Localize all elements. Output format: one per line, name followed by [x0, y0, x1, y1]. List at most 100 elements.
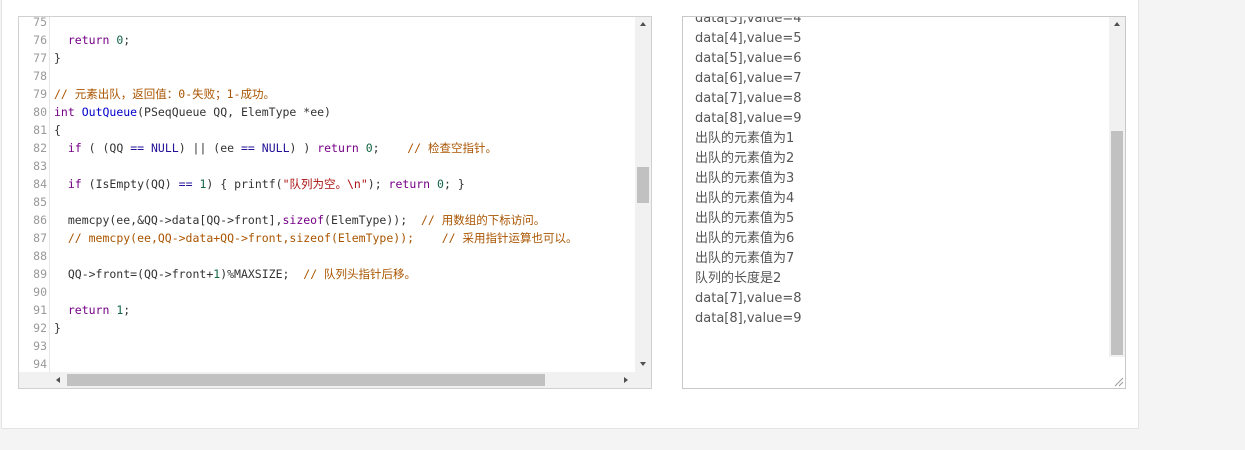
scroll-up-arrow-icon[interactable] [640, 22, 646, 26]
gutter-divider [49, 139, 50, 157]
output-line: data[4],value=5 [695, 31, 802, 46]
line-number: 87 [33, 231, 47, 245]
output-line: 出队的元素值为2 [695, 151, 795, 166]
code-token: ; [123, 303, 131, 317]
code-token: 0 [365, 141, 373, 155]
gutter-divider [49, 157, 50, 175]
code-token: } [54, 321, 61, 335]
gutter-divider [49, 337, 50, 355]
line-number: 92 [33, 321, 47, 335]
code-line: 77} [19, 49, 635, 67]
output-line: 出队的元素值为4 [695, 191, 795, 206]
code-line: 91 return 1; [19, 301, 635, 319]
code-token: == [178, 177, 193, 191]
code-token: memcpy(ee,&QQ->data[QQ->front], [54, 213, 283, 227]
code-token: ) { printf( [206, 177, 283, 191]
code-lines: 75 76 return 0; 77} 78 79// 元素出队，返回值：0-失败；1-… [19, 17, 635, 373]
code-token: "队列为空。\n" [282, 177, 368, 191]
code-line: 83 [19, 157, 635, 175]
line-number: 93 [33, 339, 47, 353]
scroll-right-arrow-icon[interactable] [624, 377, 628, 383]
line-number: 78 [33, 69, 47, 83]
line-number: 86 [33, 213, 47, 227]
output-line: data[5],value=6 [695, 51, 802, 66]
code-line: 88 [19, 247, 635, 265]
code-token: int [54, 105, 75, 119]
output-line: data[8],value=9 [695, 111, 802, 126]
scroll-left-arrow-icon[interactable] [56, 377, 60, 383]
code-token: sizeof [282, 213, 325, 227]
code-line: 86 memcpy(ee,&QQ->data[QQ->front],sizeof… [19, 211, 635, 229]
output-line: data[7],value=8 [695, 91, 802, 106]
code-line: 79 // 元素出队，返回值：0-失败；1-成功。 [19, 85, 635, 103]
output-vscroll-thumb[interactable] [1111, 131, 1123, 355]
line-number: 91 [33, 303, 47, 317]
editor-vscroll-thumb[interactable] [637, 167, 649, 203]
code-token: ; [123, 33, 131, 47]
gutter-divider [49, 265, 50, 283]
code-token: NULL [150, 141, 179, 155]
code-line: 81 { [19, 121, 635, 139]
code-line: 80 int OutQueue(PSeqQueue QQ, ElemType *e… [19, 103, 635, 121]
line-number: 75 [33, 17, 47, 29]
code-token: ) ) [289, 141, 318, 155]
code-area[interactable]: 75 76 return 0; 77} 78 79// 元素出队，返回值：0-失败；1-… [19, 17, 635, 373]
output-line: data[6],value=7 [695, 71, 802, 86]
line-number: 79 [33, 87, 47, 101]
code-token: return [67, 33, 110, 47]
code-token: QQ->front=(QQ->front+ [54, 267, 214, 281]
scroll-down-arrow-icon[interactable] [640, 362, 646, 366]
output-line: 出队的元素值为7 [695, 251, 795, 266]
code-token: if [67, 177, 82, 191]
code-token: 0 [437, 177, 444, 191]
output-line: 出队的元素值为5 [695, 211, 795, 226]
code-token: // 队列头指针后移。 [303, 267, 417, 281]
gutter-divider [49, 49, 50, 67]
output-vertical-scrollbar[interactable] [1109, 17, 1125, 357]
code-token: ; } [443, 177, 465, 191]
gutter-divider [49, 67, 50, 85]
output-line: 出队的元素值为1 [695, 131, 795, 146]
gutter-divider [49, 17, 50, 31]
line-number: 81 [33, 123, 47, 137]
code-editor[interactable]: 75 76 return 0; 77} 78 79// 元素出队，返回值：0-失败；1-… [18, 16, 652, 389]
code-token: if [67, 141, 82, 155]
editor-horizontal-scrollbar[interactable] [19, 372, 635, 388]
code-token: NULL [261, 141, 290, 155]
code-line: 85 [19, 193, 635, 211]
gutter-divider [49, 85, 50, 103]
code-token: )%MAXSIZE; [220, 267, 304, 281]
line-number: 89 [33, 267, 47, 281]
editor-hscroll-thumb[interactable] [67, 374, 545, 386]
code-token: OutQueue [81, 105, 138, 119]
output-lines: data[3],value=4 data[4],value=5 data[5],va… [695, 17, 802, 329]
code-token: return [317, 141, 359, 155]
output-line: data[7],value=8 [695, 291, 802, 306]
code-line: 82 if ( (QQ == NULL) || (ee == NULL) ) r… [19, 139, 635, 157]
code-token: == [130, 141, 145, 155]
gutter-divider [49, 103, 50, 121]
line-number: 80 [33, 105, 47, 119]
output-scroll-up-arrow-icon[interactable] [1114, 22, 1120, 26]
line-number: 94 [33, 357, 47, 371]
code-line: 87 // memcpy(ee,QQ->data+QQ->front,sizeo… [19, 229, 635, 247]
code-token: == [241, 141, 255, 155]
line-number: 77 [33, 51, 47, 65]
code-token: return [67, 303, 110, 317]
code-token: return [388, 177, 431, 191]
gutter-divider [49, 355, 50, 373]
main-card: 75 76 return 0; 77} 78 79// 元素出队，返回值：0-失败；1-… [1, 0, 1139, 429]
gutter-divider [49, 211, 50, 229]
line-number: 88 [33, 249, 47, 263]
gutter-divider [49, 31, 50, 49]
editor-vertical-scrollbar[interactable] [635, 17, 651, 373]
code-line: 89 QQ->front=(QQ->front+1)%MAXSIZE; // 队… [19, 265, 635, 283]
resize-grip-icon[interactable] [1112, 375, 1124, 387]
output-panel[interactable]: data[3],value=4 data[4],value=5 data[5],va… [682, 16, 1126, 389]
code-token: // 用数组的下标访问。 [420, 213, 546, 227]
code-line: 76 return 0; [19, 31, 635, 49]
